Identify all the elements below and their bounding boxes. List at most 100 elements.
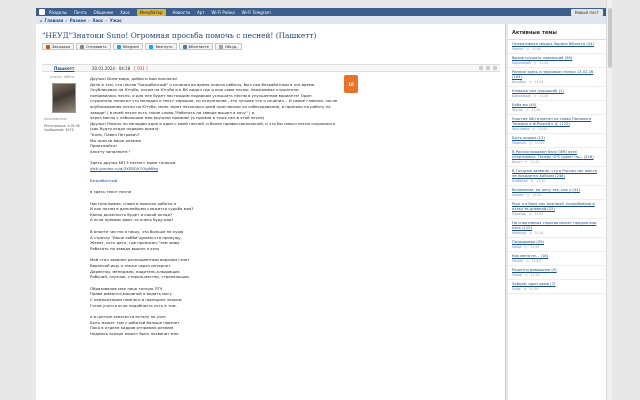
list-item[interactable]: Быть жиром (13) Марисио ◷ 11:43	[508, 134, 606, 148]
breadcrumb-item-misc[interactable]: Разное	[70, 18, 86, 23]
breadcrumb-separator: »	[87, 17, 91, 23]
topic-meta: Ярославна ◷ 11:43	[512, 127, 602, 132]
scrollbar[interactable]	[606, 0, 612, 400]
topic-user[interactable]: Ёжик	[512, 287, 521, 292]
nav-item-news[interactable]: Новости	[173, 10, 190, 15]
nav-item-telegram[interactable]: Wi-Fi Telegram	[242, 10, 271, 15]
topic-user[interactable]: Бирюзовый	[512, 94, 531, 99]
vk-label: ВКонтакте	[188, 44, 209, 49]
post-header: Пашкетт 20.01.2024 · 04:28 [ 031 ]	[42, 64, 500, 72]
list-item[interactable]: Рыж и в баке как мертвый, попробовали в …	[508, 200, 606, 219]
topic-user[interactable]: Разное	[512, 47, 523, 52]
topic-title[interactable]: Ранние здесь и звуковые стопки 13.02.26 …	[512, 70, 602, 80]
send-button[interactable]: Отправить	[76, 43, 111, 50]
topic-title-text: Баба-мя	[512, 103, 528, 107]
topic-count: (36)	[564, 56, 573, 60]
topic-title[interactable]: На спортивных спросов может предлагали п…	[512, 221, 602, 231]
list-item[interactable]: Участие 080 ответил на слова Пасхова в Т…	[508, 115, 606, 134]
topic-time: 11:39	[530, 273, 540, 277]
topic-user[interactable]: Балабол	[512, 80, 526, 85]
report-icon[interactable]	[493, 66, 497, 70]
topic-user[interactable]: Рыжик	[512, 259, 523, 264]
topic-meta: Жучок ◷ 11:44	[512, 108, 602, 113]
topic-title-text: Вспомнила, на цену так, как у	[512, 188, 572, 192]
topic-title[interactable]: В Россия продают базу ОМО всех спортивны…	[512, 150, 602, 160]
topic-count: (7)	[550, 282, 556, 286]
breadcrumb-separator: »	[105, 17, 108, 23]
clock-icon: ◷	[529, 231, 532, 235]
nav-item-sections[interactable]: Разделы	[49, 10, 67, 15]
topic-title[interactable]: В Госдуме заявили, что в России так жист…	[512, 169, 602, 179]
topic-user[interactable]: Миша	[512, 245, 521, 250]
new-post-button[interactable]: Новый пост	[570, 8, 603, 16]
topic-user[interactable]: Вагон	[512, 160, 522, 165]
vk-share-button[interactable]: ВКонтакте	[178, 43, 213, 50]
topic-time: 11:44	[531, 108, 541, 112]
topic-user[interactable]: Лунатик	[512, 212, 526, 217]
topic-time: 11:40	[531, 259, 541, 263]
nav-item-mail[interactable]: Почта	[74, 10, 87, 15]
topic-user[interactable]: Жучок	[512, 108, 523, 113]
list-item[interactable]: Поздоровал (29) Миша ◷ 11:40	[508, 238, 606, 252]
list-item[interactable]: Вызов слушать новенький (36) Бирюзовый ◷ 11…	[508, 54, 606, 68]
list-item[interactable]: Баба-мя (40) Жучок ◷ 11:44	[508, 101, 606, 115]
telegram-share-button[interactable]: Telegram	[112, 43, 144, 50]
list-item[interactable]: Ранние здесь и звуковые стопки 13.02.26 …	[508, 68, 606, 87]
nav-item-incubator[interactable]: Инкубатор	[136, 8, 166, 16]
bookmark-label: Закладки	[52, 44, 71, 49]
topic-count: (104)	[512, 75, 522, 79]
scrollbar-thumb[interactable]	[608, 8, 612, 68]
quote-icon[interactable]	[479, 66, 483, 70]
topic-meta: Балабол ◷ 11:44	[512, 80, 602, 85]
topic-meta: Повар ◷ 11:39	[512, 273, 602, 278]
bookmark-button[interactable]: Закладки	[42, 43, 75, 50]
topic-user[interactable]: Изабелла	[512, 179, 528, 184]
site-logo-icon[interactable]	[39, 9, 45, 15]
topic-title[interactable]: Участие 080 ответил на слова Пасхова в Т…	[512, 117, 602, 127]
list-item[interactable]: Оперативная сводка Зарина Вйликта (44) Ра…	[508, 40, 606, 54]
topic-user[interactable]: Повар	[512, 273, 522, 278]
list-item[interactable]: На спортивных спросов может предлагали п…	[508, 219, 606, 238]
send-label: Отправить	[86, 44, 107, 49]
nav-item-art[interactable]: Арт	[197, 10, 205, 15]
nav-item-chaos[interactable]: Хаос	[120, 10, 130, 15]
reply-icon[interactable]	[486, 66, 490, 70]
rating-badge[interactable]: 10	[344, 75, 358, 93]
home-icon[interactable]: ⌂	[40, 18, 43, 23]
twitter-share-button[interactable]: Твитнуть	[145, 43, 177, 50]
post-number[interactable]: [ 031 ]	[134, 66, 147, 71]
list-item[interactable]: Как меня не... (18) Рыжик ◷ 11:40	[508, 252, 606, 266]
list-item[interactable]: Клюшка сам (хороший) (1) Бирюзовый ◷ 11:44	[508, 87, 606, 101]
topic-user[interactable]: Марисио	[512, 141, 526, 146]
breadcrumb-item-horror[interactable]: Ужас	[110, 18, 122, 23]
list-item[interactable]: В Россия продают базу ОМО всех спортивны…	[508, 148, 606, 167]
bookmark-icon	[46, 44, 50, 49]
breadcrumb-item-chaos[interactable]: Хаос	[92, 18, 103, 23]
topic-user[interactable]: Бирюзовый	[512, 61, 531, 66]
list-item[interactable]: В Госдуме заявили, что в России так жист…	[508, 167, 606, 186]
topic-time: 11:41	[534, 212, 544, 216]
discuss-button[interactable]: Обсуд.	[214, 43, 242, 50]
breadcrumb-item-home[interactable]: Главная	[45, 18, 64, 23]
topic-title[interactable]: Рыж и в баке как мертвый, попробовали в …	[512, 202, 602, 212]
avatar[interactable]	[52, 83, 76, 113]
topic-user[interactable]: Ярославна	[512, 127, 529, 132]
list-item[interactable]: Вспомнила, на цену так, как у (44) Хокинс…	[508, 186, 606, 200]
topic-title-text: Рецепты домашние	[512, 268, 551, 272]
topic-meta: Бирюзовый ◷ 11:44	[512, 94, 602, 99]
list-item[interactable]: Рецепты домашние (9) Повар ◷ 11:39	[508, 266, 606, 280]
list-item[interactable]: Зайцев, один дома (7) Ёжик ◷ 11:39	[508, 280, 606, 294]
topic-meta: Рыжик ◷ 11:40	[512, 259, 602, 264]
post-author-link[interactable]: Пашкетт	[42, 66, 80, 71]
author-rank: пользователь	[44, 117, 68, 121]
topic-meta: Миша ◷ 11:40	[512, 245, 602, 250]
topic-user[interactable]: Нарицар	[512, 231, 526, 236]
nav-item-communication[interactable]: Общение	[94, 10, 114, 15]
nav-item-wifi[interactable]: Wi-Fi Ройка	[212, 10, 235, 15]
topic-time: 11:45	[531, 47, 541, 51]
topic-count: (29)	[536, 240, 544, 244]
topic-meta: Нарицар ◷ 11:41	[512, 231, 602, 236]
breadcrumb: ⌂ Главная » Разное » Хаос » Ужас	[36, 16, 606, 24]
topic-user[interactable]: Хокинс	[512, 193, 524, 198]
topic-title-text: Как меня не...	[512, 254, 540, 258]
